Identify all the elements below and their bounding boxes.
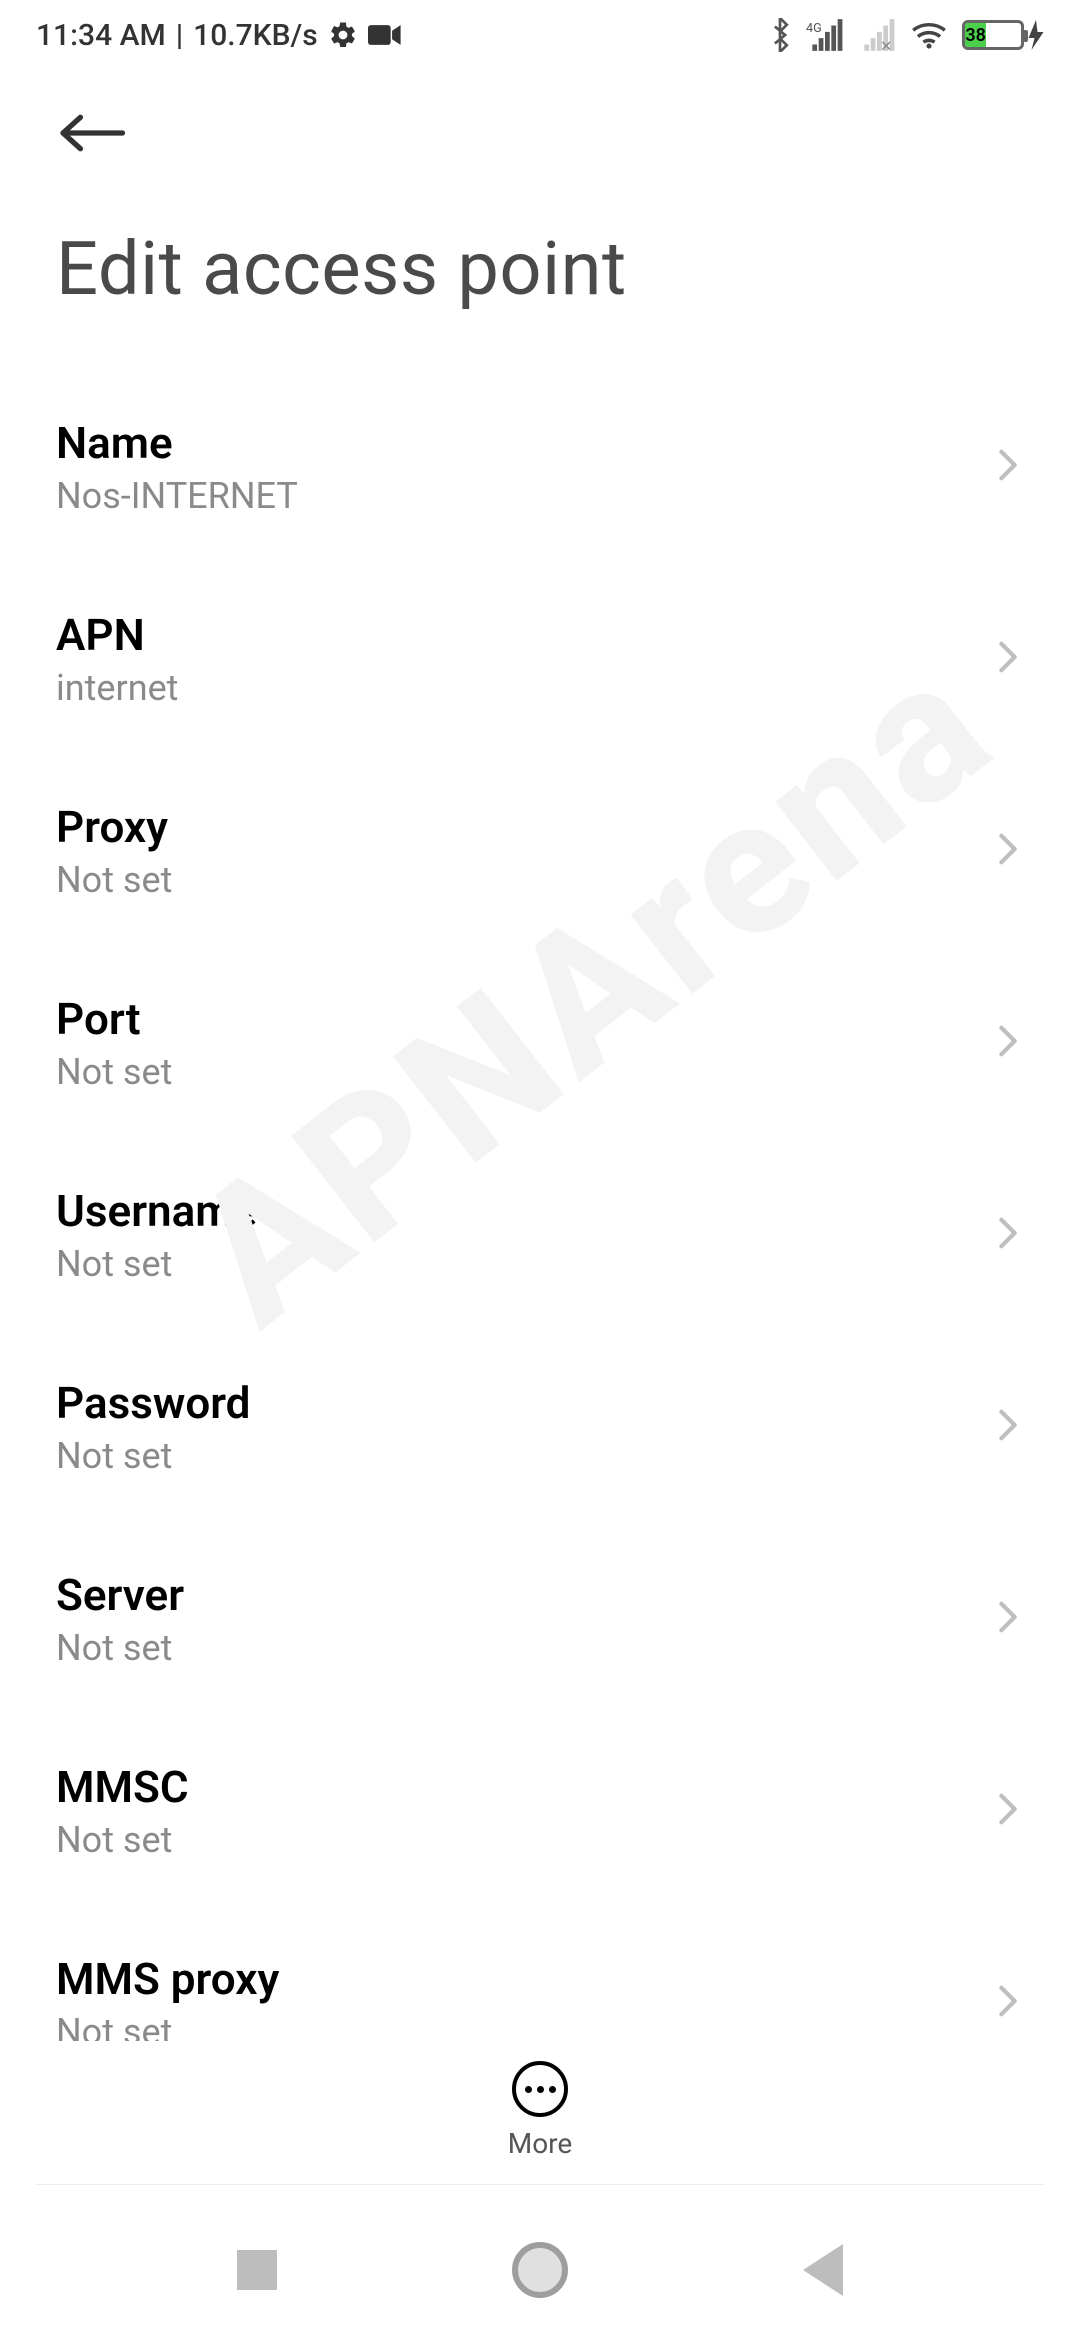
chevron-right-icon [992, 1789, 1024, 1833]
bottom-divider [36, 2184, 1044, 2185]
nav-home-button[interactable] [512, 2242, 568, 2298]
nav-back-button[interactable] [803, 2244, 843, 2296]
more-label: More [508, 2127, 573, 2160]
field-port-label: Port [56, 993, 172, 1045]
field-proxy-label: Proxy [56, 801, 172, 853]
field-password-value: Not set [56, 1435, 250, 1477]
battery-indicator: 38 [962, 20, 1044, 50]
status-net-speed: 10.7KB/s [193, 18, 318, 53]
field-username-label: Username [56, 1185, 257, 1237]
field-proxy[interactable]: Proxy Not set [56, 757, 1024, 949]
chevron-right-icon [992, 1597, 1024, 1641]
android-nav-bar [0, 2200, 1080, 2340]
status-right: 4G ✕ 38 [768, 18, 1044, 52]
nav-recent-button[interactable] [237, 2250, 277, 2290]
field-name-label: Name [56, 417, 298, 469]
chevron-right-icon [992, 1021, 1024, 1065]
field-mmsc[interactable]: MMSC Not set [56, 1717, 1024, 1909]
field-password-label: Password [56, 1377, 250, 1429]
status-time: 11:34 AM [36, 18, 166, 53]
field-mmsc-value: Not set [56, 1819, 189, 1861]
chevron-right-icon [992, 445, 1024, 489]
field-server-label: Server [56, 1569, 184, 1621]
arrow-left-icon [56, 108, 126, 158]
chevron-right-icon [992, 1213, 1024, 1257]
field-server[interactable]: Server Not set [56, 1525, 1024, 1717]
apn-settings-list: Name Nos-INTERNET APN internet Proxy Not… [0, 343, 1080, 2101]
svg-text:✕: ✕ [880, 39, 892, 51]
chevron-right-icon [992, 1981, 1024, 2025]
more-icon [512, 2061, 568, 2117]
field-username[interactable]: Username Not set [56, 1141, 1024, 1333]
signal-4g-icon: 4G [806, 19, 844, 51]
field-password[interactable]: Password Not set [56, 1333, 1024, 1525]
field-proxy-value: Not set [56, 859, 172, 901]
field-port[interactable]: Port Not set [56, 949, 1024, 1141]
field-apn[interactable]: APN internet [56, 565, 1024, 757]
bluetooth-icon [768, 18, 792, 52]
chevron-right-icon [992, 1405, 1024, 1449]
back-button[interactable] [56, 98, 126, 168]
field-mms-proxy-label: MMS proxy [56, 1953, 279, 2005]
more-button[interactable]: More [0, 2041, 1080, 2160]
field-mmsc-label: MMSC [56, 1761, 189, 1813]
field-port-value: Not set [56, 1051, 172, 1093]
status-separator: | [176, 18, 183, 53]
status-bar: 11:34 AM | 10.7KB/s 4G ✕ 38 [0, 0, 1080, 70]
field-apn-label: APN [56, 609, 178, 661]
wifi-icon [910, 20, 948, 50]
field-server-value: Not set [56, 1627, 184, 1669]
signal-nosim-icon: ✕ [858, 19, 896, 51]
gear-icon [328, 20, 358, 50]
charging-icon [1028, 20, 1044, 50]
svg-text:4G: 4G [806, 21, 822, 36]
field-name-value: Nos-INTERNET [56, 475, 298, 517]
page-title: Edit access point [0, 168, 1080, 343]
field-username-value: Not set [56, 1243, 257, 1285]
chevron-right-icon [992, 637, 1024, 681]
field-apn-value: internet [56, 667, 178, 709]
battery-percent: 38 [965, 23, 986, 47]
field-name[interactable]: Name Nos-INTERNET [56, 373, 1024, 565]
status-left: 11:34 AM | 10.7KB/s [36, 18, 402, 53]
chevron-right-icon [992, 829, 1024, 873]
camera-icon [368, 23, 402, 47]
